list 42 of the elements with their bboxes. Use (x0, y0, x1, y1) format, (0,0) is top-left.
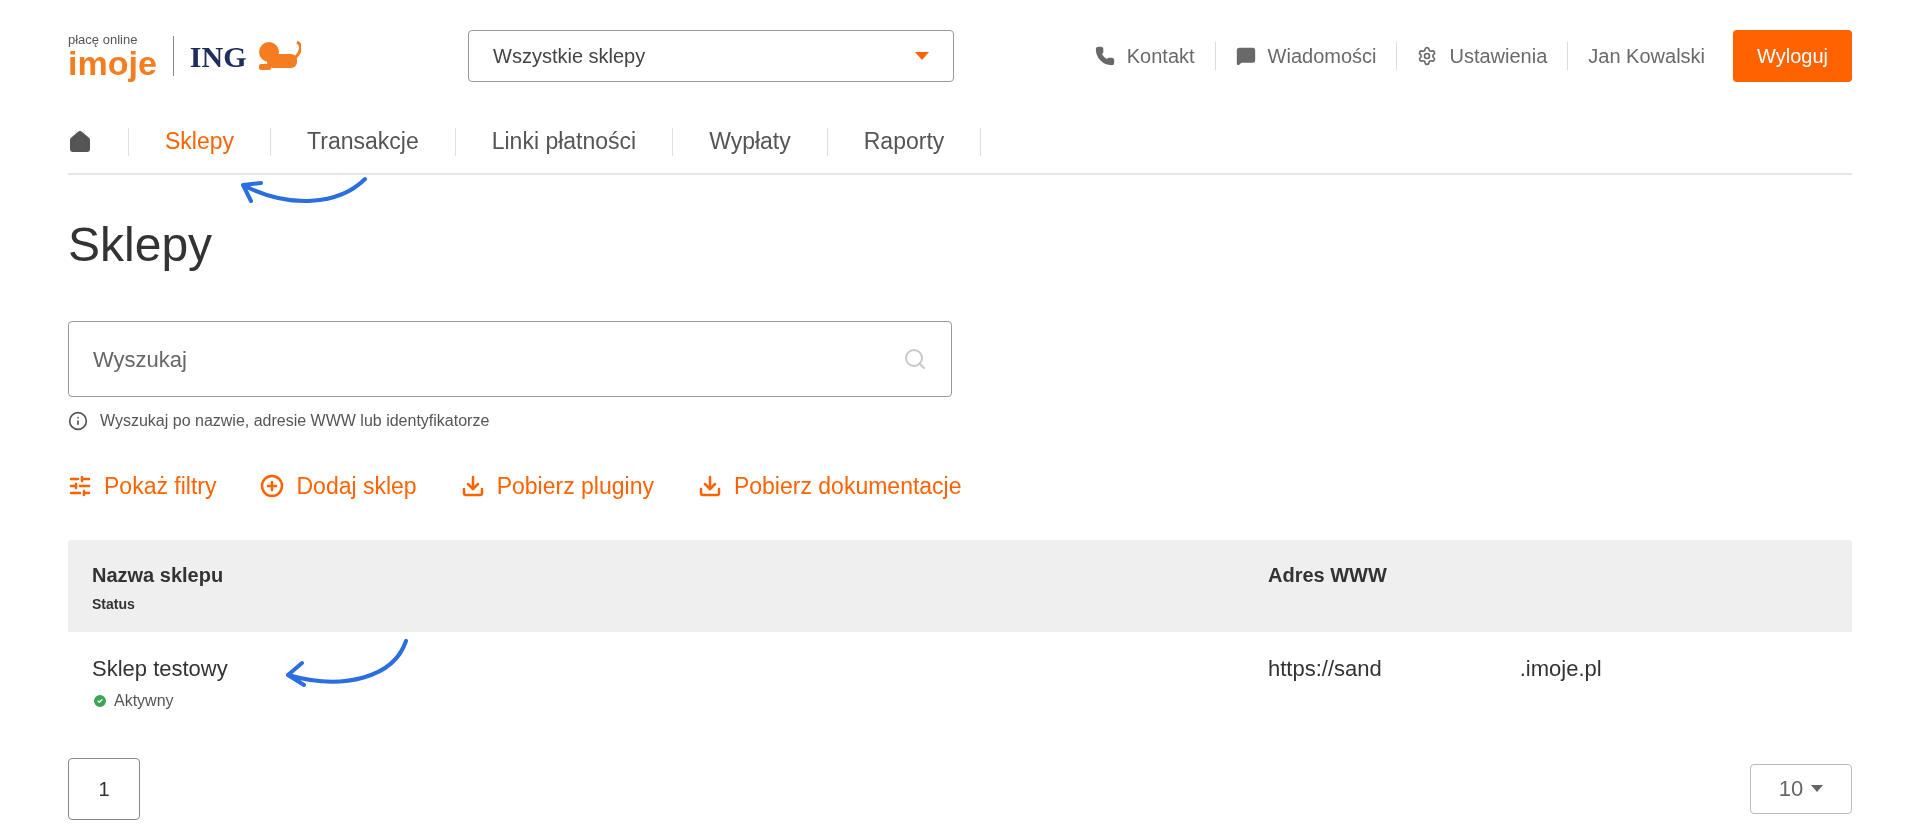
shop-dropdown[interactable]: Wszystkie sklepy (468, 30, 954, 82)
download-icon (460, 474, 485, 499)
home-icon (68, 129, 92, 154)
nav-tab[interactable]: Sklepy (129, 124, 271, 159)
info-icon (68, 411, 88, 431)
column-title: Adres WWW (1268, 562, 1388, 588)
column-title: Nazwa sklepu (92, 562, 225, 588)
page-button[interactable]: 1 (68, 757, 140, 820)
column-subtitle: Status (92, 594, 136, 614)
search-icon (903, 347, 927, 371)
search-field[interactable]: Wyszukaj (68, 321, 952, 397)
user-name[interactable]: Jan Kowalski (1588, 41, 1706, 71)
shop-name[interactable]: Sklep testowy (92, 651, 1268, 685)
logout-button[interactable]: Wyloguj (1733, 30, 1852, 82)
download-icon (697, 474, 722, 499)
settings-icon (1417, 46, 1438, 66)
search-input[interactable]: Wyszukaj (93, 342, 903, 376)
message-icon (1235, 46, 1256, 66)
nav-tab[interactable]: Transakcje (271, 124, 455, 159)
caret-icon (1811, 785, 1824, 792)
header-link[interactable]: Ustawienia (1417, 41, 1548, 71)
header-link[interactable]: Wiadomości (1235, 41, 1377, 71)
page-size-select[interactable]: 10 (1750, 763, 1852, 814)
page-title: Sklepy (68, 217, 214, 273)
nav-tab[interactable]: Raporty (827, 124, 981, 159)
nav-tab[interactable]: Wypłaty (673, 124, 827, 159)
action-link[interactable]: Pobierz dokumentacje (697, 469, 962, 504)
nav-tab[interactable]: Linki płatności (455, 124, 673, 159)
url-text: .imoje.pl (1519, 654, 1602, 683)
bank-logo: ING (189, 38, 247, 75)
logo-tagline: płacę online (68, 32, 139, 46)
status-text: Aktywny (114, 690, 174, 711)
phone-icon (1094, 46, 1115, 66)
search-hint: Wyszukaj po nazwie, adresie WWW lub identyfikatorze (100, 411, 490, 431)
header-link[interactable]: Kontakt (1094, 41, 1195, 71)
caret-icon (915, 52, 929, 60)
action-link[interactable]: Pokaż filtry (68, 469, 217, 504)
url-text: https://sand (1268, 654, 1382, 683)
action-link[interactable]: Dodaj sklep (260, 469, 417, 504)
sliders-icon (68, 474, 92, 499)
plus-icon (260, 474, 285, 499)
action-link[interactable]: Pobierz pluginy (460, 469, 654, 504)
